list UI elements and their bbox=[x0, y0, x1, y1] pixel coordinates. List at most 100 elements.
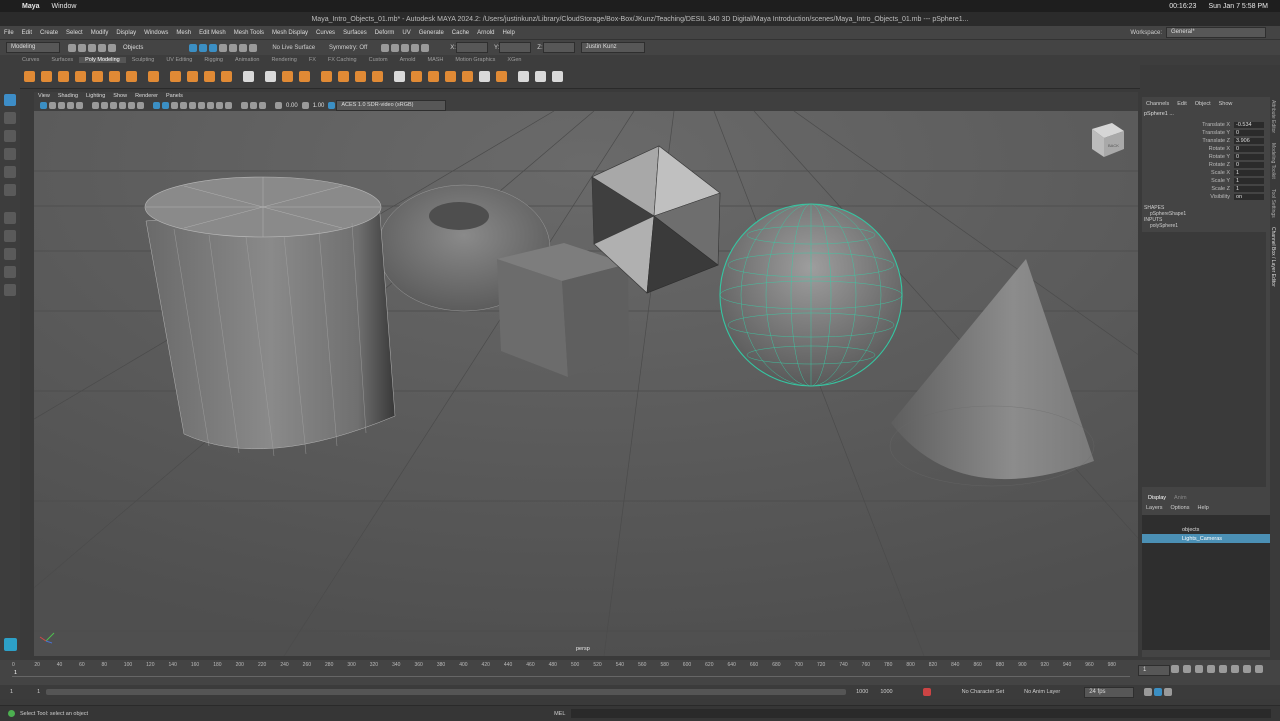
two-d-pan-icon[interactable] bbox=[76, 102, 83, 109]
range-slider[interactable] bbox=[46, 689, 847, 695]
current-frame-field[interactable]: 1 bbox=[1138, 665, 1170, 676]
cb-menu-show[interactable]: Show bbox=[1219, 101, 1233, 107]
tab-xgen[interactable]: XGen bbox=[501, 57, 527, 63]
tab-anim-layers[interactable]: Anim bbox=[1174, 495, 1187, 501]
channel-value[interactable]: 0 bbox=[1234, 154, 1264, 160]
merge-icon[interactable] bbox=[496, 71, 507, 82]
paint-select-tool-icon[interactable] bbox=[4, 130, 16, 142]
bookmarks-icon[interactable] bbox=[58, 102, 65, 109]
input-node[interactable]: polySphere1 bbox=[1142, 223, 1270, 229]
tab-rendering[interactable]: Rendering bbox=[265, 57, 302, 63]
menu-windows[interactable]: Windows bbox=[144, 30, 168, 36]
camera-attributes-icon[interactable] bbox=[49, 102, 56, 109]
layer-menu-layers[interactable]: Layers bbox=[1146, 505, 1163, 511]
vp-menu-shading[interactable]: Shading bbox=[58, 93, 78, 99]
menu-mesh[interactable]: Mesh bbox=[176, 30, 191, 36]
open-scene-icon[interactable] bbox=[78, 43, 86, 52]
layer-name[interactable]: objects bbox=[1182, 527, 1199, 533]
channel-row[interactable]: Rotate Z 0 bbox=[1142, 161, 1270, 169]
tab-channel-box-layer-editor[interactable]: Channel Box / Layer Editor bbox=[1270, 227, 1276, 287]
exposure-field[interactable]: 0.00 bbox=[286, 103, 298, 109]
poly-cube-icon[interactable] bbox=[41, 71, 52, 82]
layer-name[interactable]: Lights_Cameras bbox=[1182, 536, 1222, 542]
sound-icon[interactable] bbox=[1154, 688, 1163, 696]
tab-animation[interactable]: Animation bbox=[229, 57, 265, 63]
channel-row[interactable]: Visibility on bbox=[1142, 193, 1270, 201]
vp-menu-lighting[interactable]: Lighting bbox=[86, 93, 105, 99]
character-set-select[interactable]: No Character Set bbox=[962, 689, 1005, 695]
channel-value[interactable]: 1 bbox=[1234, 170, 1264, 176]
loop-icon[interactable] bbox=[1144, 688, 1153, 696]
render-settings-icon[interactable] bbox=[411, 43, 420, 52]
channel-row[interactable]: Scale Z 1 bbox=[1142, 185, 1270, 193]
go-to-start-icon[interactable] bbox=[1171, 665, 1179, 673]
time-ruler[interactable]: 0 20 40 60 80 100 120 140 160 180 200 220 240 260 280 3… bbox=[12, 660, 1130, 677]
play-forwards-icon[interactable] bbox=[1219, 665, 1227, 673]
menu-edit-mesh[interactable]: Edit Mesh bbox=[199, 30, 226, 36]
fill-hole-icon[interactable] bbox=[462, 71, 473, 82]
color-management-icon[interactable] bbox=[328, 102, 336, 109]
camera-select-icon[interactable] bbox=[40, 102, 47, 109]
tab-attribute-editor[interactable]: Attribute Editor bbox=[1270, 100, 1276, 133]
snap-curve-icon[interactable] bbox=[229, 43, 238, 52]
playback-start-field[interactable]: 1 bbox=[37, 689, 40, 695]
select-mode-objects[interactable]: Objects bbox=[123, 45, 143, 51]
tab-arnold[interactable]: Arnold bbox=[394, 57, 422, 63]
menu-edit[interactable]: Edit bbox=[22, 30, 32, 36]
cb-menu-object[interactable]: Object bbox=[1195, 101, 1211, 107]
vp-menu-view[interactable]: View bbox=[38, 93, 50, 99]
x-ray-joints-icon[interactable] bbox=[259, 102, 266, 109]
menu-file[interactable]: File bbox=[4, 30, 14, 36]
channel-value[interactable]: 0 bbox=[1234, 130, 1264, 136]
gamma-field[interactable]: 1.00 bbox=[313, 103, 325, 109]
channel-row[interactable]: Rotate X 0 bbox=[1142, 145, 1270, 153]
viewport-scene[interactable]: BACK persp bbox=[34, 111, 1138, 656]
step-forward-key-icon[interactable] bbox=[1243, 665, 1251, 673]
zoom-icon[interactable] bbox=[4, 284, 16, 296]
scale-tool-icon[interactable] bbox=[4, 184, 16, 196]
channel-row[interactable]: Translate X -0.534 bbox=[1142, 121, 1270, 129]
tab-custom[interactable]: Custom bbox=[363, 57, 394, 63]
redo-icon[interactable] bbox=[108, 43, 116, 52]
vp-menu-renderer[interactable]: Renderer bbox=[135, 93, 158, 99]
ambient-occlusion-icon[interactable] bbox=[207, 102, 214, 109]
layer-menu-options[interactable]: Options bbox=[1171, 505, 1190, 511]
menu-generate[interactable]: Generate bbox=[419, 30, 444, 36]
isolate-select-icon[interactable] bbox=[241, 102, 248, 109]
svg-icon[interactable] bbox=[221, 71, 232, 82]
channel-row[interactable]: Translate Y 0 bbox=[1142, 129, 1270, 137]
remesh-icon[interactable] bbox=[355, 71, 366, 82]
anti-aliasing-icon[interactable] bbox=[225, 102, 232, 109]
menu-mesh-tools[interactable]: Mesh Tools bbox=[234, 30, 264, 36]
shadows-icon[interactable] bbox=[198, 102, 205, 109]
auto-key-icon[interactable] bbox=[922, 688, 931, 696]
poly-plane-icon[interactable] bbox=[109, 71, 120, 82]
range-end-field[interactable]: 1000 bbox=[880, 689, 892, 695]
command-line-input[interactable] bbox=[571, 709, 1272, 718]
tab-tool-settings[interactable]: Tool Settings bbox=[1270, 189, 1276, 218]
tab-mash[interactable]: MASH bbox=[421, 57, 449, 63]
snap-point-icon[interactable] bbox=[239, 43, 248, 52]
outliner-icon[interactable] bbox=[4, 266, 16, 278]
menu-deform[interactable]: Deform bbox=[375, 30, 395, 36]
tab-curves[interactable]: Curves bbox=[16, 57, 45, 63]
bevel-icon[interactable] bbox=[411, 71, 422, 82]
layer-row-selected[interactable]: Lights_Cameras bbox=[1142, 534, 1270, 543]
motion-blur-icon[interactable] bbox=[216, 102, 223, 109]
go-to-end-icon[interactable] bbox=[1255, 665, 1263, 673]
workspace-select[interactable]: General* bbox=[1166, 27, 1266, 38]
layer-menu-help[interactable]: Help bbox=[1197, 505, 1208, 511]
channel-value[interactable]: 0 bbox=[1234, 162, 1264, 168]
menu-help[interactable]: Help bbox=[502, 30, 514, 36]
film-gate-icon[interactable] bbox=[101, 102, 108, 109]
smooth-shade-icon[interactable] bbox=[162, 102, 169, 109]
tab-fx[interactable]: FX bbox=[303, 57, 322, 63]
four-view-layout-icon[interactable] bbox=[4, 230, 16, 242]
retopo-icon[interactable] bbox=[372, 71, 383, 82]
step-back-key-icon[interactable] bbox=[1183, 665, 1191, 673]
smooth-icon[interactable] bbox=[321, 71, 332, 82]
sphere-mesh-selected[interactable] bbox=[719, 203, 903, 387]
layer-row[interactable]: objects bbox=[1142, 525, 1270, 534]
tab-rigging[interactable]: Rigging bbox=[198, 57, 229, 63]
menu-modify[interactable]: Modify bbox=[91, 30, 109, 36]
